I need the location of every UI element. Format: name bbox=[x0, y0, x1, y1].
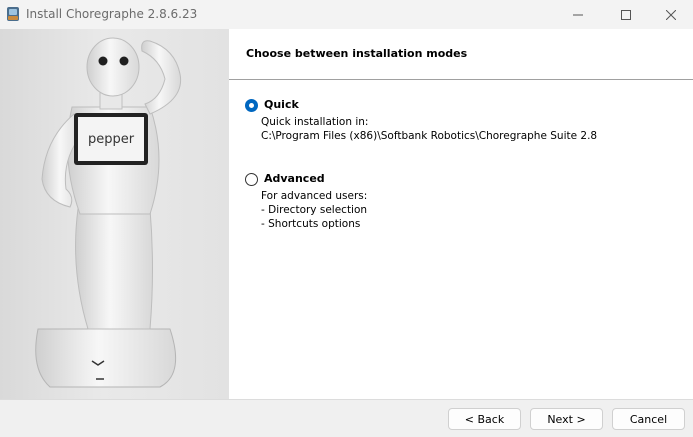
advanced-desc-line: - Shortcuts options bbox=[261, 218, 361, 230]
advanced-description: For advanced users: - Directory selectio… bbox=[261, 189, 367, 231]
advanced-desc-line: For advanced users: bbox=[261, 190, 368, 202]
next-button[interactable]: Next > bbox=[530, 408, 603, 430]
page-title: Choose between installation modes bbox=[246, 47, 468, 60]
robot-image-panel: pepper bbox=[0, 29, 229, 399]
robot-screen-text: pepper bbox=[88, 132, 135, 147]
quick-radio[interactable] bbox=[245, 99, 258, 112]
content-panel: Choose between installation modes Quick … bbox=[229, 29, 693, 399]
maximize-button[interactable] bbox=[603, 0, 649, 29]
quick-label[interactable]: Quick bbox=[264, 98, 299, 111]
advanced-desc-line: - Directory selection bbox=[261, 204, 368, 216]
advanced-label[interactable]: Advanced bbox=[264, 172, 325, 185]
window-title: Install Choregraphe 2.8.6.23 bbox=[26, 7, 198, 21]
pepper-robot-image: pepper bbox=[35, 37, 182, 388]
cancel-button[interactable]: Cancel bbox=[612, 408, 685, 430]
close-button[interactable] bbox=[648, 0, 693, 29]
quick-desc-line: Quick installation in: bbox=[261, 116, 369, 128]
back-button[interactable]: < Back bbox=[448, 408, 521, 430]
header: Choose between installation modes bbox=[229, 29, 693, 80]
quick-path: C:\Program Files (x86)\Softbank Robotics… bbox=[261, 130, 598, 142]
quick-description: Quick installation in: C:\Program Files … bbox=[261, 115, 597, 143]
advanced-radio[interactable] bbox=[245, 173, 258, 186]
button-bar: < Back Next > Cancel bbox=[0, 399, 693, 437]
title-bar: Install Choregraphe 2.8.6.23 bbox=[0, 0, 693, 29]
installer-icon bbox=[7, 7, 19, 21]
maximize-icon bbox=[621, 9, 631, 20]
close-icon bbox=[666, 9, 676, 20]
minimize-button[interactable] bbox=[555, 0, 601, 29]
minimize-icon bbox=[573, 14, 583, 15]
